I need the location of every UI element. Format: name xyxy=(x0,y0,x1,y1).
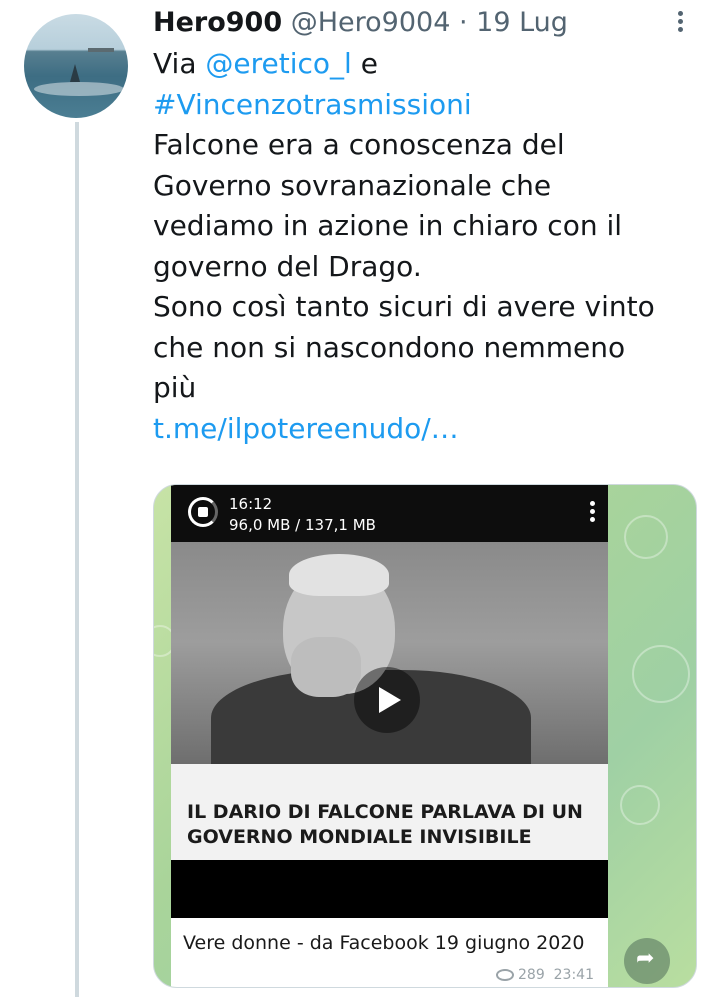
video-menu-icon[interactable] xyxy=(590,501,596,525)
video-time: 16:12 xyxy=(229,495,273,513)
tweet-header: Hero900 @Hero9004 · 19 Lug xyxy=(153,4,568,42)
doodle xyxy=(632,645,690,703)
external-link[interactable]: t.me/ilpotereenudo/… xyxy=(153,409,703,450)
avatar-wave xyxy=(34,82,124,96)
avatar[interactable] xyxy=(24,14,128,118)
thumbnail-figure-hand xyxy=(291,637,361,697)
view-count: 289 xyxy=(518,967,545,983)
video-thumbnail xyxy=(171,542,608,764)
mention-link[interactable]: @eretico_l xyxy=(205,47,351,80)
eye-icon xyxy=(496,969,514,981)
video-caption: IL DARIO DI FALCONE PARLAVA DI UN GOVERN… xyxy=(187,801,583,848)
download-progress-icon[interactable] xyxy=(188,497,218,527)
doodle xyxy=(620,785,660,825)
body-line: Sono così tanto sicuri di avere vinto xyxy=(153,290,655,323)
media-card[interactable]: 16:12 96,0 MB / 137,1 MB IL DARIO DI FAL… xyxy=(153,484,697,988)
video-caption-panel: IL DARIO DI FALCONE PARLAVA DI UN GOVERN… xyxy=(171,764,608,860)
video-topbar: 16:12 96,0 MB / 137,1 MB xyxy=(171,485,608,542)
author-name[interactable]: Hero900 xyxy=(153,7,282,38)
message-text: Vere donne - da Facebook 19 giugno 2020 xyxy=(183,932,585,954)
message-meta: 289 23:41 xyxy=(496,967,594,983)
doodle xyxy=(624,515,668,559)
tweet-line-1: Via @eretico_l e xyxy=(153,44,703,85)
hashtag-link[interactable]: #Vincenzotrasmissioni xyxy=(153,85,703,126)
video-size: 96,0 MB / 137,1 MB xyxy=(229,516,376,534)
play-icon[interactable] xyxy=(354,667,420,733)
more-icon[interactable] xyxy=(670,8,690,38)
body-line: Governo sovranazionale che xyxy=(153,168,552,202)
share-icon[interactable] xyxy=(624,938,670,984)
author-handle[interactable]: @Hero9004 xyxy=(291,7,451,38)
body-line: vediamo in azione in chiaro con il xyxy=(153,209,623,242)
thumbnail-figure-hair xyxy=(289,554,389,596)
video-bottom-bar xyxy=(171,860,608,918)
tweet-date[interactable]: 19 Lug xyxy=(476,7,568,38)
message-time: 23:41 xyxy=(553,967,594,983)
via-text: Via xyxy=(153,47,206,80)
tweet-text: Via @eretico_l e #Vincenzotrasmissioni F… xyxy=(153,44,703,449)
separator: · xyxy=(458,7,468,38)
body-line: Falcone era a conoscenza del xyxy=(153,128,565,161)
body-line: più xyxy=(153,371,197,404)
avatar-windsurfer xyxy=(70,64,80,82)
body-line: che non si nascondono nemmeno xyxy=(153,330,626,364)
and-text: e xyxy=(351,47,378,80)
telegram-message: Vere donne - da Facebook 19 giugno 2020 … xyxy=(171,918,608,987)
avatar-ship xyxy=(88,48,114,52)
body-line: governo del Drago. xyxy=(153,249,422,283)
video-player[interactable]: 16:12 96,0 MB / 137,1 MB IL DARIO DI FAL… xyxy=(171,485,608,918)
thread-line xyxy=(75,122,79,997)
